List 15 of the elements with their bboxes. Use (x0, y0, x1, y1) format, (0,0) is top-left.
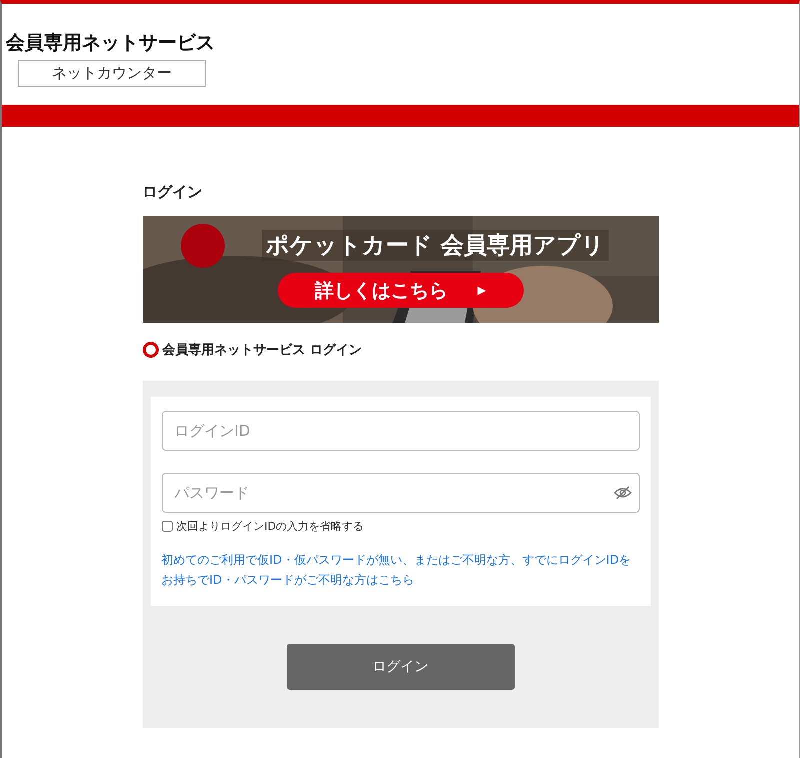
net-counter-button[interactable]: ネットカウンター (18, 60, 206, 87)
page-title: ログイン (142, 183, 204, 202)
remember-checkbox[interactable] (162, 521, 172, 532)
app-banner[interactable]: ポケットカード 会員専用アプリ 詳しくはこちら ▶ (142, 216, 658, 323)
circle-icon (142, 342, 158, 358)
banner-headline: ポケットカード 会員専用アプリ (262, 230, 609, 261)
details-button[interactable]: 詳しくはこちら ▶ (278, 273, 524, 308)
password-field[interactable]: パスワード (162, 473, 640, 513)
login-button[interactable]: ログイン (286, 644, 514, 690)
eye-slash-icon[interactable] (614, 486, 632, 500)
remember-label: 次回よりログインIDの入力を省略する (176, 519, 364, 534)
login-id-field[interactable]: ログインID (162, 411, 640, 451)
help-link[interactable]: 初めてのご利用で仮ID・仮パスワードが無い、またはご不明な方、すでにログインIDをお持ちでID・パスワードがご不明な方はこちら (162, 550, 640, 590)
site-title: 会員専用ネットサービス (6, 31, 215, 56)
section-heading: 会員専用ネットサービス ログイン (162, 342, 362, 359)
